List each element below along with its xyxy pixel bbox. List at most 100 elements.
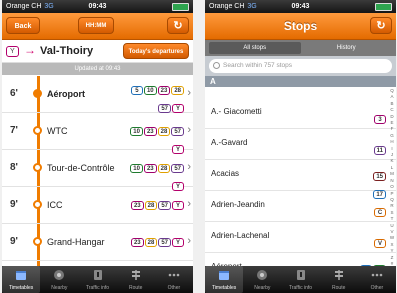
stop-name: ICC [47,200,63,210]
minutes-label: 9' [10,236,18,247]
line-badge: C [374,208,386,217]
chevron-right-icon: › [187,161,191,173]
line-badge: 28 [144,238,158,247]
tab-label: Nearby [51,285,68,291]
line-badges: V [346,232,386,250]
line-badge: 15 [373,172,386,181]
search-icon [213,62,220,69]
minutes-label: 7' [10,125,18,136]
stop-name: A.- Giacometti [211,107,262,116]
minutes-label: 9' [10,199,18,210]
line-badge: 57 [171,127,184,136]
tab-label: Timetables [8,285,34,291]
traffic-info-icon [92,269,104,281]
nav-bar: Back HH:MM ↻ [2,13,193,40]
search-input[interactable]: Search within 757 stops [209,59,392,73]
tab-route[interactable]: Route [320,266,358,293]
line-badge: 28 [157,127,171,136]
section-header: A [205,76,396,87]
line-badge: 57 [158,201,171,210]
route-icon [333,269,345,281]
tab-nearby[interactable]: Nearby [40,266,78,293]
line-badges: 11 [346,139,386,157]
battery-icon [375,3,392,11]
line-badge: 28 [157,164,171,173]
timetable-screen: Orange CH 3G 09:43 Back HH:MM ↻ Y → Val-T… [2,0,193,293]
status-bar: Orange CH 3G 09:43 [205,0,396,13]
refresh-icon[interactable]: ↻ [167,17,189,34]
line-badges: 23 28 57 Y [124,231,184,249]
stop-marker [33,89,42,98]
timetables-icon [15,269,27,281]
page-title: Stops [283,19,318,33]
line-badge: V [374,239,386,248]
refresh-icon[interactable]: ↻ [370,17,392,34]
nearby-icon [256,269,268,281]
stop-row[interactable]: 9' Grand-Hangar 23 28 57 Y › [2,224,193,261]
tab-route[interactable]: Route [117,266,155,293]
tab-history[interactable]: History [301,42,393,54]
tab-label: Other [167,285,181,291]
tab-label: Timetables [211,285,237,291]
line-badge: 10 [130,127,143,136]
tab-label: Route [129,285,143,291]
stop-row[interactable]: 8' Tour-de-Contrôle 10 23 28 57Y › [2,150,193,191]
todays-departures-button[interactable]: Today's departures [123,43,189,59]
chevron-right-icon: › [187,198,191,210]
tab-all-stops[interactable]: All stops [209,42,301,54]
alphabet-index[interactable]: Q A B C D E F G H I J K L M N O P Q R S T U V W X Y Z # [389,88,395,267]
tab-timetables[interactable]: Timetables [205,266,244,293]
nearby-icon [53,269,65,281]
route-icon [130,269,142,281]
route-header: Y → Val-Thoiry Today's departures [2,40,193,63]
tab-bar: Timetables Nearby Traffic info Route Other [2,266,193,293]
stop-row[interactable]: 6' Aéroport 5 10 23 2857 Y › [2,76,193,113]
stop-name: Adrien-Lachenal [211,231,270,240]
more-icon [168,269,180,281]
stop-marker [33,163,42,172]
stop-list: 6' Aéroport 5 10 23 2857 Y › 7' WTC 10 23 28 57Y › 8' To… [2,76,193,266]
chevron-right-icon: › [187,235,191,247]
stop-row[interactable]: 7' WTC 10 23 28 57Y › [2,113,193,154]
tab-more[interactable]: Other [358,266,396,293]
tab-more[interactable]: Other [155,266,193,293]
line-badge: 57 [158,238,171,247]
index-letter[interactable]: W [389,235,395,241]
search-placeholder: Search within 757 stops [223,62,293,69]
segmented-control: All stops History [205,40,396,56]
stop-name: Tour-de-Contrôle [47,163,115,173]
stop-row[interactable]: Adrien-Jeandin C [205,191,396,222]
traffic-info-icon [295,269,307,281]
stop-name: WTC [47,126,68,136]
tab-timetables[interactable]: Timetables [2,266,41,293]
stop-row[interactable]: Adrien-Lachenal V [205,222,396,253]
line-badge: 23 [130,238,144,247]
stop-row[interactable]: 9' ICC 23 28 57 Y › [2,187,193,224]
stop-marker [33,200,42,209]
stop-marker [33,237,42,246]
tab-bar: Timetables Nearby Traffic info Route Other [205,266,396,293]
stop-row[interactable]: A.- Giacometti 3 [205,98,396,129]
tab-label: Other [370,285,384,291]
stop-row[interactable]: A.-Gavard 11 [205,129,396,160]
line-badge: 23 [130,201,144,210]
tab-label: Nearby [254,285,271,291]
tab-traffic-info[interactable]: Traffic info [78,266,116,293]
timetables-icon [218,269,230,281]
tab-traffic-info[interactable]: Traffic info [281,266,319,293]
stop-row[interactable]: Acacias 15 17 [205,160,396,199]
tab-nearby[interactable]: Nearby [243,266,281,293]
search-bar: Search within 757 stops [205,56,396,76]
line-badge: 5 [130,86,143,95]
line-badge: Y [172,104,184,113]
back-button[interactable]: Back [6,17,40,34]
time-picker-button[interactable]: HH:MM [78,17,114,34]
arrow-right-icon: → [24,43,36,57]
line-badges: C [346,201,386,219]
stops-list: A.- Giacometti 3 A.-Gavard 11 Acacias 15 17 Adr… [205,98,396,292]
line-badge: 23 [143,164,157,173]
line-badge: 23 [143,127,157,136]
clock: 09:43 [88,3,107,10]
line-badge: 28 [144,201,158,210]
line-badge: 3 [374,115,386,124]
